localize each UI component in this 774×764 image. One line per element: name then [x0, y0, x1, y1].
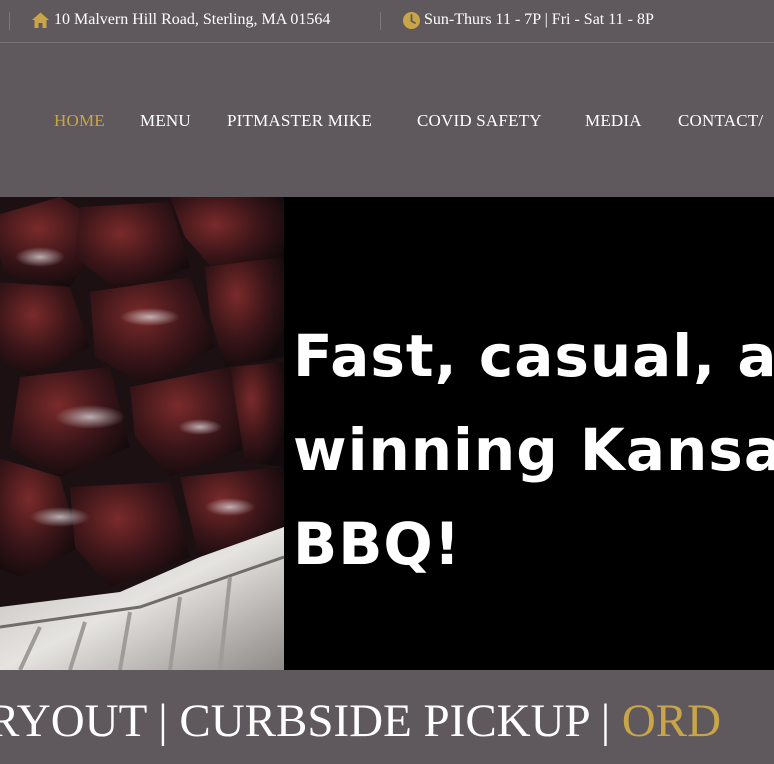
- service-banner: RYOUT | CURBSIDE PICKUP | ORD: [0, 670, 774, 764]
- order-link[interactable]: ORD: [622, 695, 721, 747]
- nav-covid-safety[interactable]: COVID SAFETY: [417, 111, 542, 131]
- main-navigation: HOME MENU PITMASTER MIKE COVID SAFETY ME…: [0, 44, 774, 197]
- service-options-text: RYOUT | CURBSIDE PICKUP |: [0, 695, 622, 747]
- hours-text: Sun-Thurs 11 - 7P | Fri - Sat 11 - 8P: [424, 11, 654, 28]
- top-info-bar: 10 Malvern Hill Road, Sterling, MA 01564…: [0, 0, 774, 43]
- nav-pitmaster-mike[interactable]: PITMASTER MIKE: [227, 111, 372, 131]
- address-text: 10 Malvern Hill Road, Sterling, MA 01564: [54, 11, 331, 28]
- home-icon: [31, 11, 50, 30]
- nav-contact[interactable]: CONTACT/: [678, 111, 763, 131]
- nav-home[interactable]: HOME: [54, 111, 105, 131]
- clock-icon: [402, 11, 421, 30]
- bbq-photo: [0, 197, 285, 670]
- hero-headline: Fast, casual, a winning Kansa BBQ!: [293, 322, 774, 578]
- divider: [380, 12, 381, 30]
- service-options: RYOUT | CURBSIDE PICKUP | ORD: [0, 694, 721, 748]
- divider: [9, 12, 10, 30]
- hero-section: Fast, casual, a winning Kansa BBQ!: [0, 197, 774, 670]
- nav-media[interactable]: MEDIA: [585, 111, 642, 131]
- nav-menu[interactable]: MENU: [140, 111, 191, 131]
